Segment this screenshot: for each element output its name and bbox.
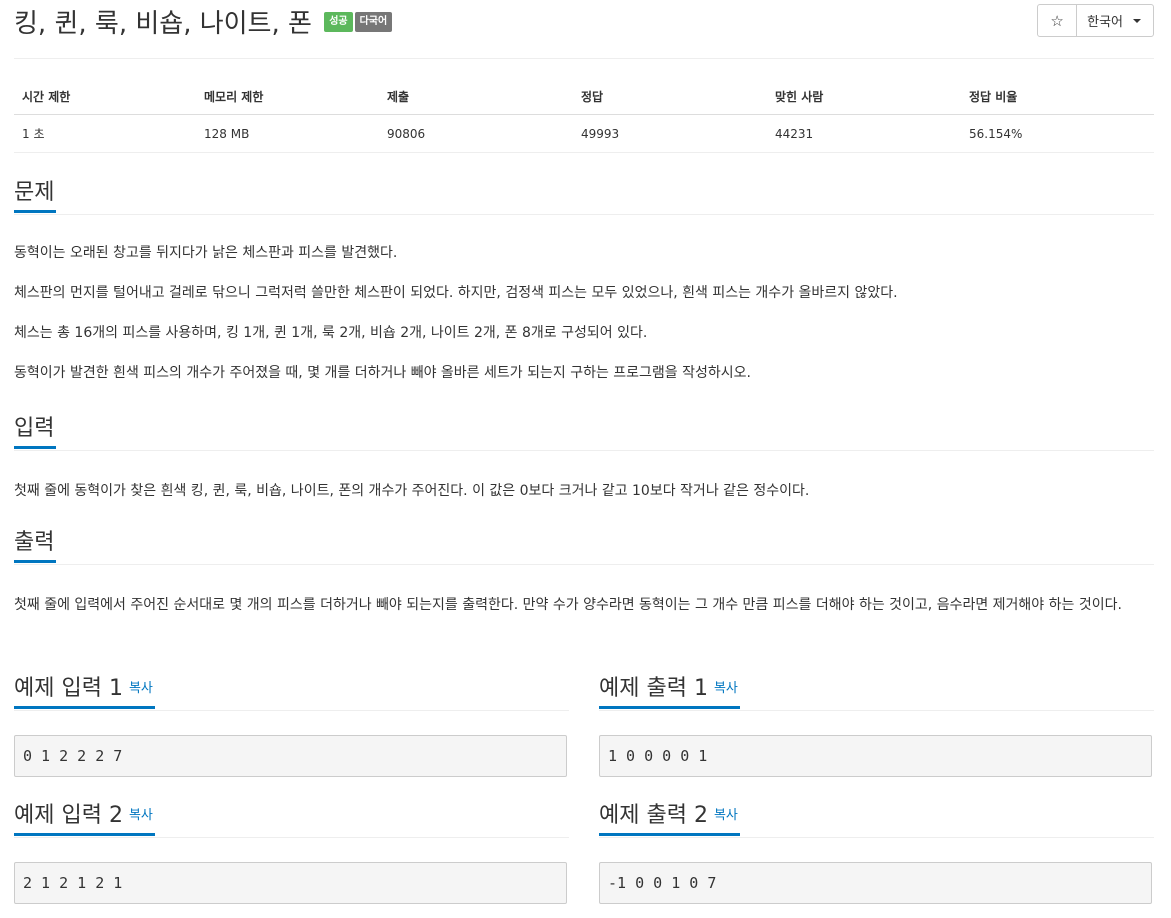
header-solvers: 맞힌 사람 <box>767 80 961 115</box>
caret-down-icon <box>1133 18 1141 23</box>
description-paragraph: 동혁이는 오래된 창고를 뒤지다가 낡은 체스판과 피스를 발견했다. <box>14 245 398 261</box>
star-icon: ☆ <box>1050 11 1064 30</box>
copy-sample-input-2-button[interactable]: 복사 <box>129 808 153 823</box>
input-title: 입력 <box>14 412 57 449</box>
input-body: 첫째 줄에 동혁이가 찾은 흰색 킹, 퀸, 룩, 비숍, 나이트, 폰의 개수… <box>14 451 1154 504</box>
table-header-row: 시간 제한 메모리 제한 제출 정답 맞힌 사람 정답 비율 <box>14 80 1154 115</box>
sample-input-2-box[interactable]: 2 1 2 1 2 1 <box>14 862 567 904</box>
section-header: 예제 입력 1 복사 <box>14 672 569 711</box>
header-memory-limit: 메모리 제한 <box>196 80 379 115</box>
header-accept-ratio: 정답 비율 <box>961 80 1154 115</box>
memory-limit-value: 128 MB <box>196 114 379 153</box>
problem-title-text: 킹, 퀸, 룩, 비숍, 나이트, 폰 <box>14 9 312 39</box>
sample-output-1: 예제 출력 1 복사 1 0 0 0 0 1 <box>599 672 1154 777</box>
header-time-limit: 시간 제한 <box>14 80 196 115</box>
copy-sample-input-1-button[interactable]: 복사 <box>129 681 153 696</box>
output-body: 첫째 줄에 입력에서 주어진 순서대로 몇 개의 피스를 더하거나 빼야 되는지… <box>14 565 1154 618</box>
sample-input-1-box[interactable]: 0 1 2 2 2 7 <box>14 735 567 777</box>
sample-input-2-title-text: 예제 입력 2 <box>14 803 123 828</box>
description-paragraph: 동혁이가 발견한 흰색 피스의 개수가 주어졌을 때, 몇 개를 더하거나 빼야… <box>14 365 751 381</box>
sample-input-2: 예제 입력 2 복사 2 1 2 1 2 1 <box>14 799 569 904</box>
sample-output-2-title: 예제 출력 2 복사 <box>599 799 740 836</box>
problem-description-section: 문제 동혁이는 오래된 창고를 뒤지다가 낡은 체스판과 피스를 발견했다. 체… <box>14 176 1154 386</box>
language-dropdown[interactable]: 한국어 <box>1077 5 1153 36</box>
table-row: 1 초 128 MB 90806 49993 44231 56.154% <box>14 114 1154 153</box>
section-header: 문제 <box>14 176 1154 215</box>
sample-output-2-title-text: 예제 출력 2 <box>599 803 708 828</box>
description-paragraph: 체스는 총 16개의 피스를 사용하며, 킹 1개, 퀸 1개, 룩 2개, 비… <box>14 325 648 341</box>
header-button-group: ☆ 한국어 <box>1037 4 1154 37</box>
section-header: 예제 출력 2 복사 <box>599 799 1154 838</box>
accept-ratio-value: 56.154% <box>961 114 1154 153</box>
problem-title: 킹, 퀸, 룩, 비숍, 나이트, 폰 성공 다국어 <box>14 6 393 42</box>
sample-output-2: 예제 출력 2 복사 -1 0 0 1 0 7 <box>599 799 1154 904</box>
accepted-value: 49993 <box>573 114 767 153</box>
sample-input-1-title: 예제 입력 1 복사 <box>14 672 155 709</box>
submissions-value: 90806 <box>379 114 573 153</box>
section-header: 출력 <box>14 526 1154 565</box>
success-badge: 성공 <box>324 11 353 32</box>
description-body: 동혁이는 오래된 창고를 뒤지다가 낡은 체스판과 피스를 발견했다. 체스판의… <box>14 215 1154 386</box>
language-label: 한국어 <box>1087 15 1123 30</box>
problem-header: 킹, 퀸, 룩, 비숍, 나이트, 폰 성공 다국어 ☆ 한국어 <box>14 0 1154 59</box>
copy-sample-output-1-button[interactable]: 복사 <box>714 681 738 696</box>
description-paragraph: 체스판의 먼지를 털어내고 걸레로 닦으니 그럭저럭 쓸만한 체스판이 되었다.… <box>14 285 898 301</box>
input-description: 첫째 줄에 동혁이가 찾은 흰색 킹, 퀸, 룩, 비숍, 나이트, 폰의 개수… <box>14 483 810 499</box>
description-title: 문제 <box>14 176 57 213</box>
sample-input-2-title: 예제 입력 2 복사 <box>14 799 155 836</box>
problem-output-section: 출력 첫째 줄에 입력에서 주어진 순서대로 몇 개의 피스를 더하거나 빼야 … <box>14 526 1154 618</box>
section-header: 입력 <box>14 412 1154 451</box>
copy-sample-output-2-button[interactable]: 복사 <box>714 808 738 823</box>
output-title: 출력 <box>14 526 57 563</box>
section-header: 예제 입력 2 복사 <box>14 799 569 838</box>
sample-input-1: 예제 입력 1 복사 0 1 2 2 2 7 <box>14 672 569 777</box>
problem-info-table: 시간 제한 메모리 제한 제출 정답 맞힌 사람 정답 비율 1 초 128 M… <box>14 80 1154 153</box>
output-description: 첫째 줄에 입력에서 주어진 순서대로 몇 개의 피스를 더하거나 빼야 되는지… <box>14 597 1122 613</box>
problem-page: 킹, 퀸, 룩, 비숍, 나이트, 폰 성공 다국어 ☆ 한국어 시간 제한 메모… <box>14 0 1154 904</box>
sample-output-1-title-text: 예제 출력 1 <box>599 676 708 701</box>
star-button[interactable]: ☆ <box>1038 5 1078 36</box>
header-submissions: 제출 <box>379 80 573 115</box>
section-header: 예제 출력 1 복사 <box>599 672 1154 711</box>
sample-output-2-box[interactable]: -1 0 0 1 0 7 <box>599 862 1152 904</box>
sample-input-1-title-text: 예제 입력 1 <box>14 676 123 701</box>
sample-output-1-title: 예제 출력 1 복사 <box>599 672 740 709</box>
problem-input-section: 입력 첫째 줄에 동혁이가 찾은 흰색 킹, 퀸, 룩, 비숍, 나이트, 폰의… <box>14 412 1154 504</box>
multilang-badge: 다국어 <box>354 11 393 32</box>
sample-output-1-box[interactable]: 1 0 0 0 0 1 <box>599 735 1152 777</box>
solvers-value: 44231 <box>767 114 961 153</box>
time-limit-value: 1 초 <box>14 114 196 153</box>
header-accepted: 정답 <box>573 80 767 115</box>
